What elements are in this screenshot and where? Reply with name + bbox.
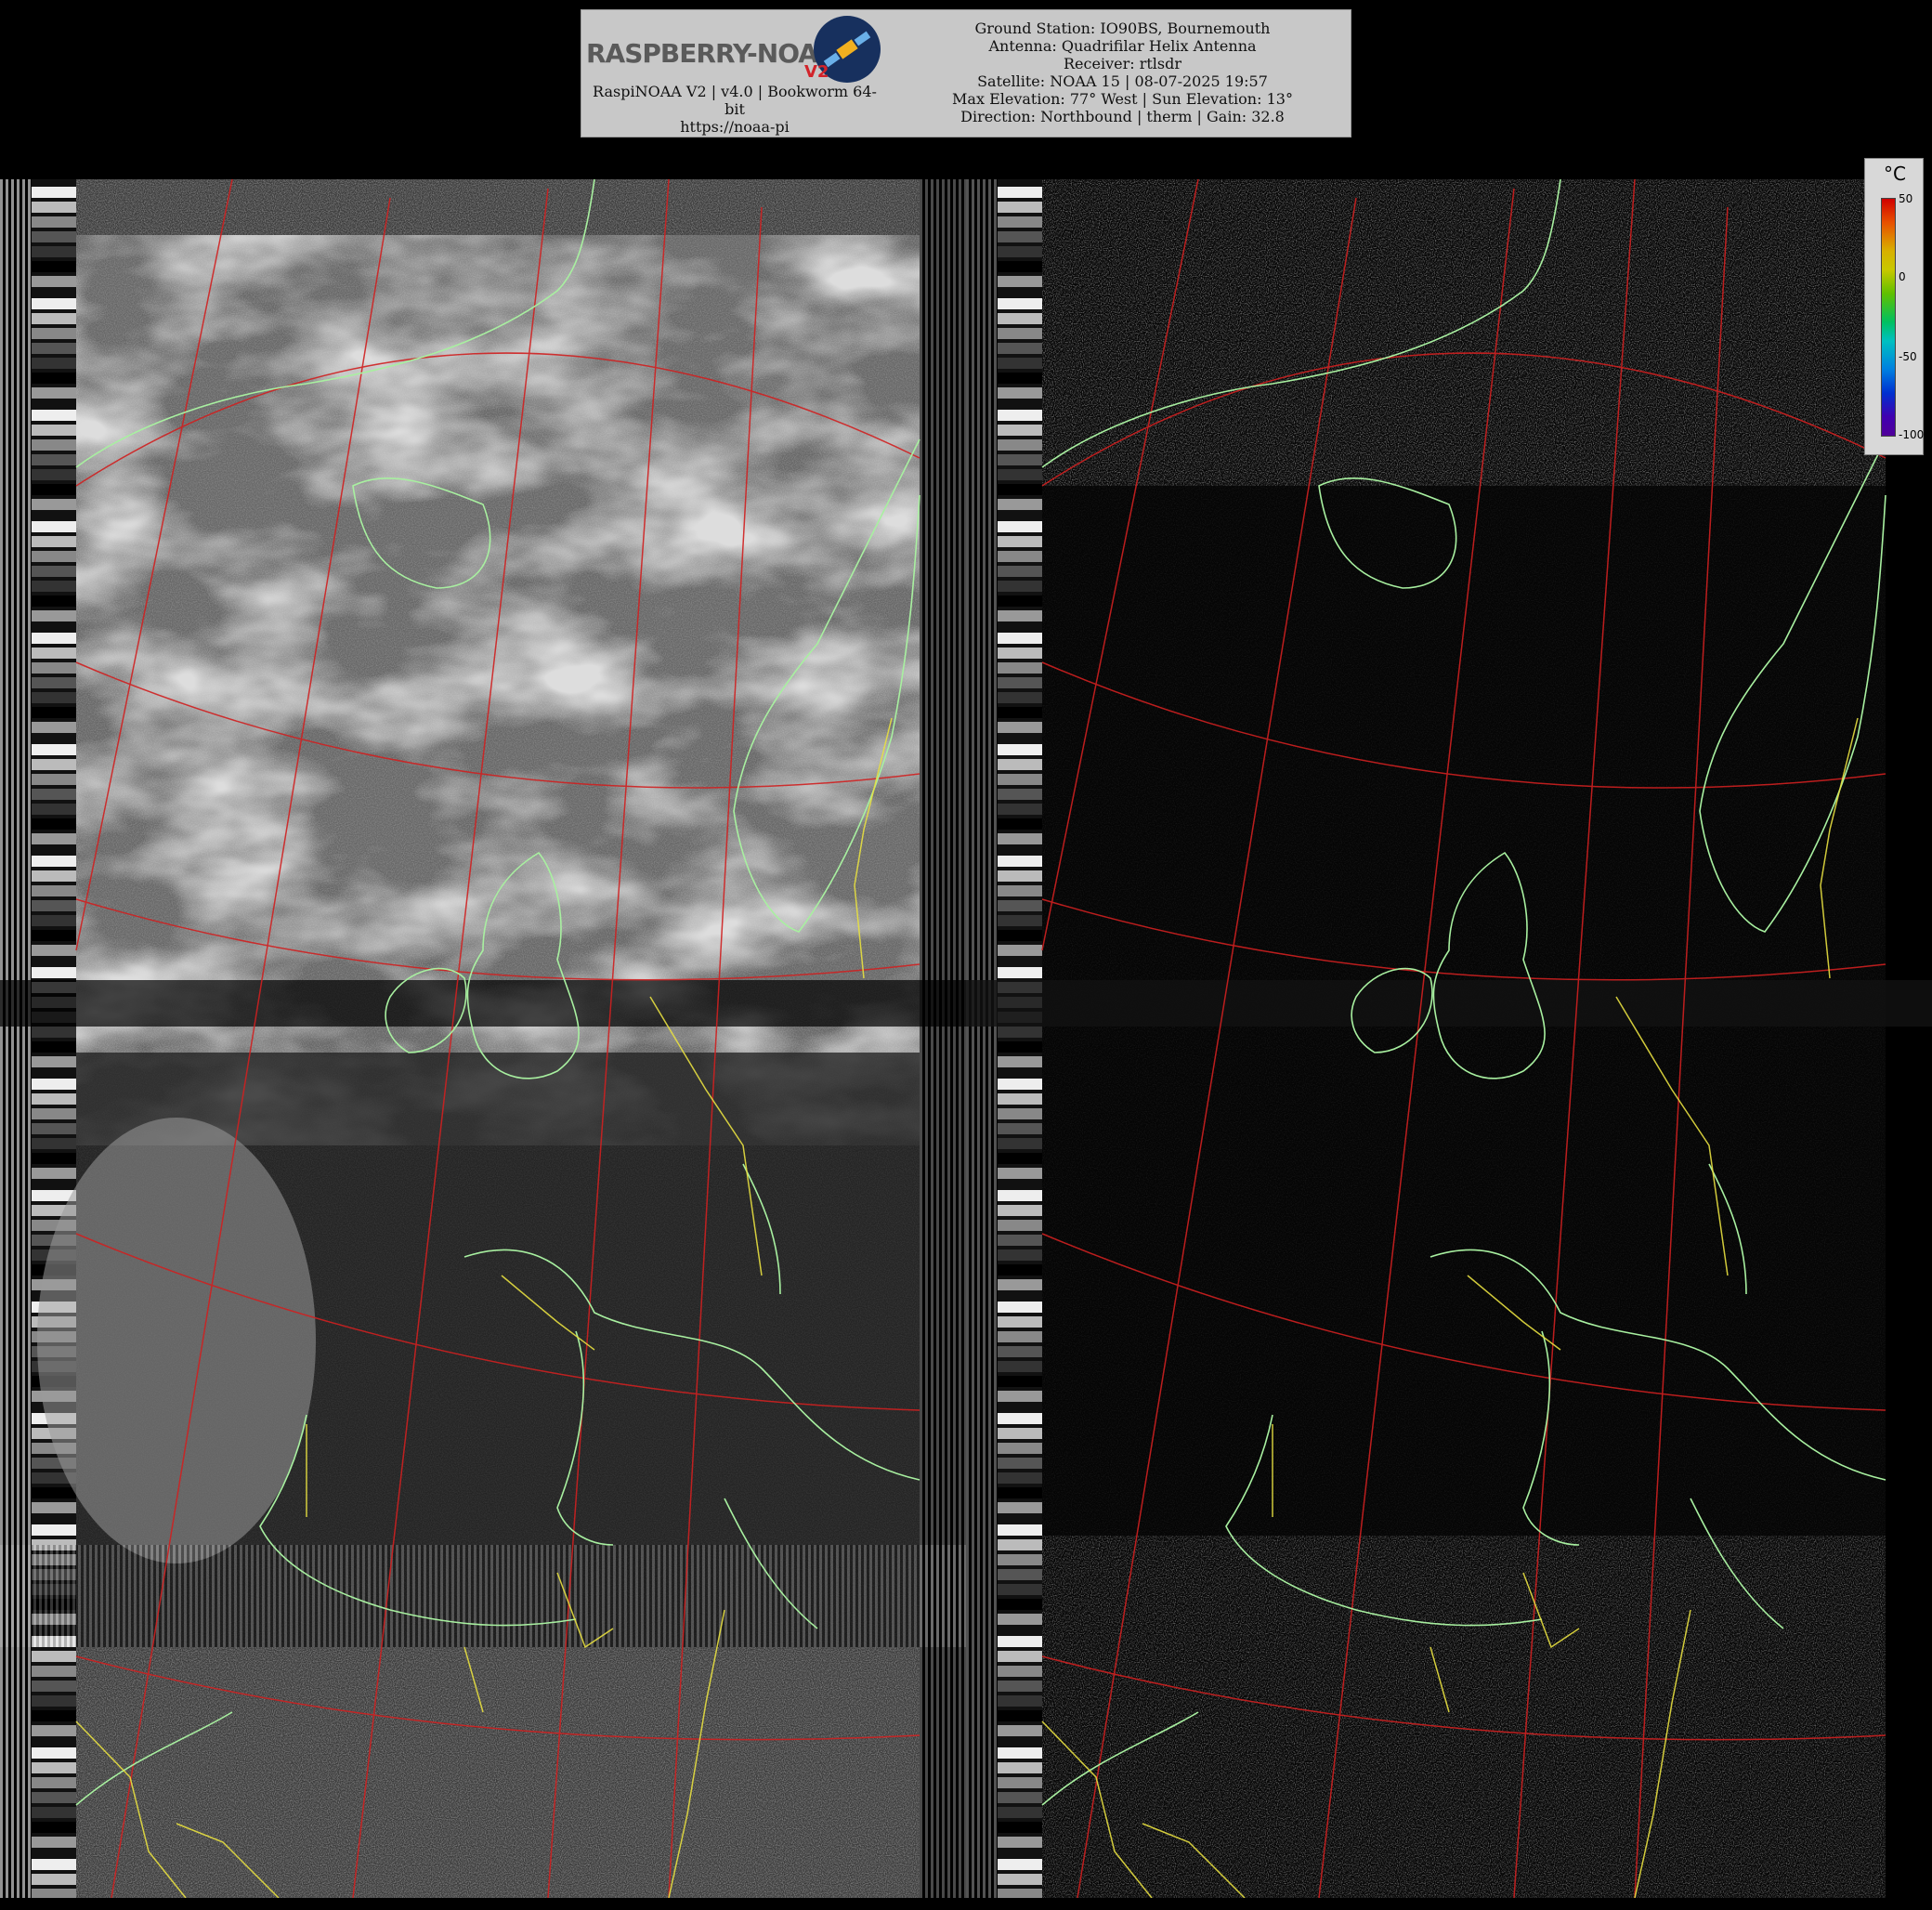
temperature-color-bar: [1881, 198, 1896, 437]
temperature-unit: °C: [1884, 163, 1906, 185]
tick-label: 0: [1899, 270, 1906, 283]
receiver-line: Receiver: rtlsdr: [1064, 55, 1181, 72]
channel-b-image: [966, 179, 1932, 1898]
header-banner: RASPBERRY-NOAA V2 RaspiNOAA V2 | v4.0 | …: [581, 9, 1351, 137]
channel-a-image: [0, 179, 966, 1898]
pass-info: Ground Station: IO90BS, Bournemouth Ante…: [897, 20, 1348, 125]
satellite-line: Satellite: NOAA 15 | 08-07-2025 19:57: [977, 72, 1268, 90]
raspberry-noaa-logo: RASPBERRY-NOAA V2: [586, 16, 888, 83]
channel-a-map: [0, 179, 966, 1898]
tick-label: -100: [1899, 428, 1925, 441]
channel-b-map: [966, 179, 1932, 1898]
software-line: https://noaa-pi: [680, 118, 790, 136]
direction-line: Direction: Northbound | therm | Gain: 32…: [960, 108, 1285, 125]
ground-station-line: Ground Station: IO90BS, Bournemouth: [974, 20, 1271, 37]
logo-version: V2: [804, 62, 829, 82]
tick-label: -50: [1899, 350, 1917, 363]
antenna-line: Antenna: Quadrifilar Helix Antenna: [988, 37, 1257, 55]
tick-label: 50: [1899, 192, 1913, 205]
software-line: bit: [724, 100, 745, 118]
temperature-legend: °C 50 0 -50 -100: [1864, 158, 1924, 455]
software-info: RaspiNOAA V2 | v4.0 | Bookworm 64- bit h…: [581, 83, 888, 136]
software-line: RaspiNOAA V2 | v4.0 | Bookworm 64-: [593, 83, 877, 100]
logo-text: RASPBERRY-NOAA: [586, 38, 838, 69]
elevation-line: Max Elevation: 77° West | Sun Elevation:…: [952, 90, 1293, 108]
